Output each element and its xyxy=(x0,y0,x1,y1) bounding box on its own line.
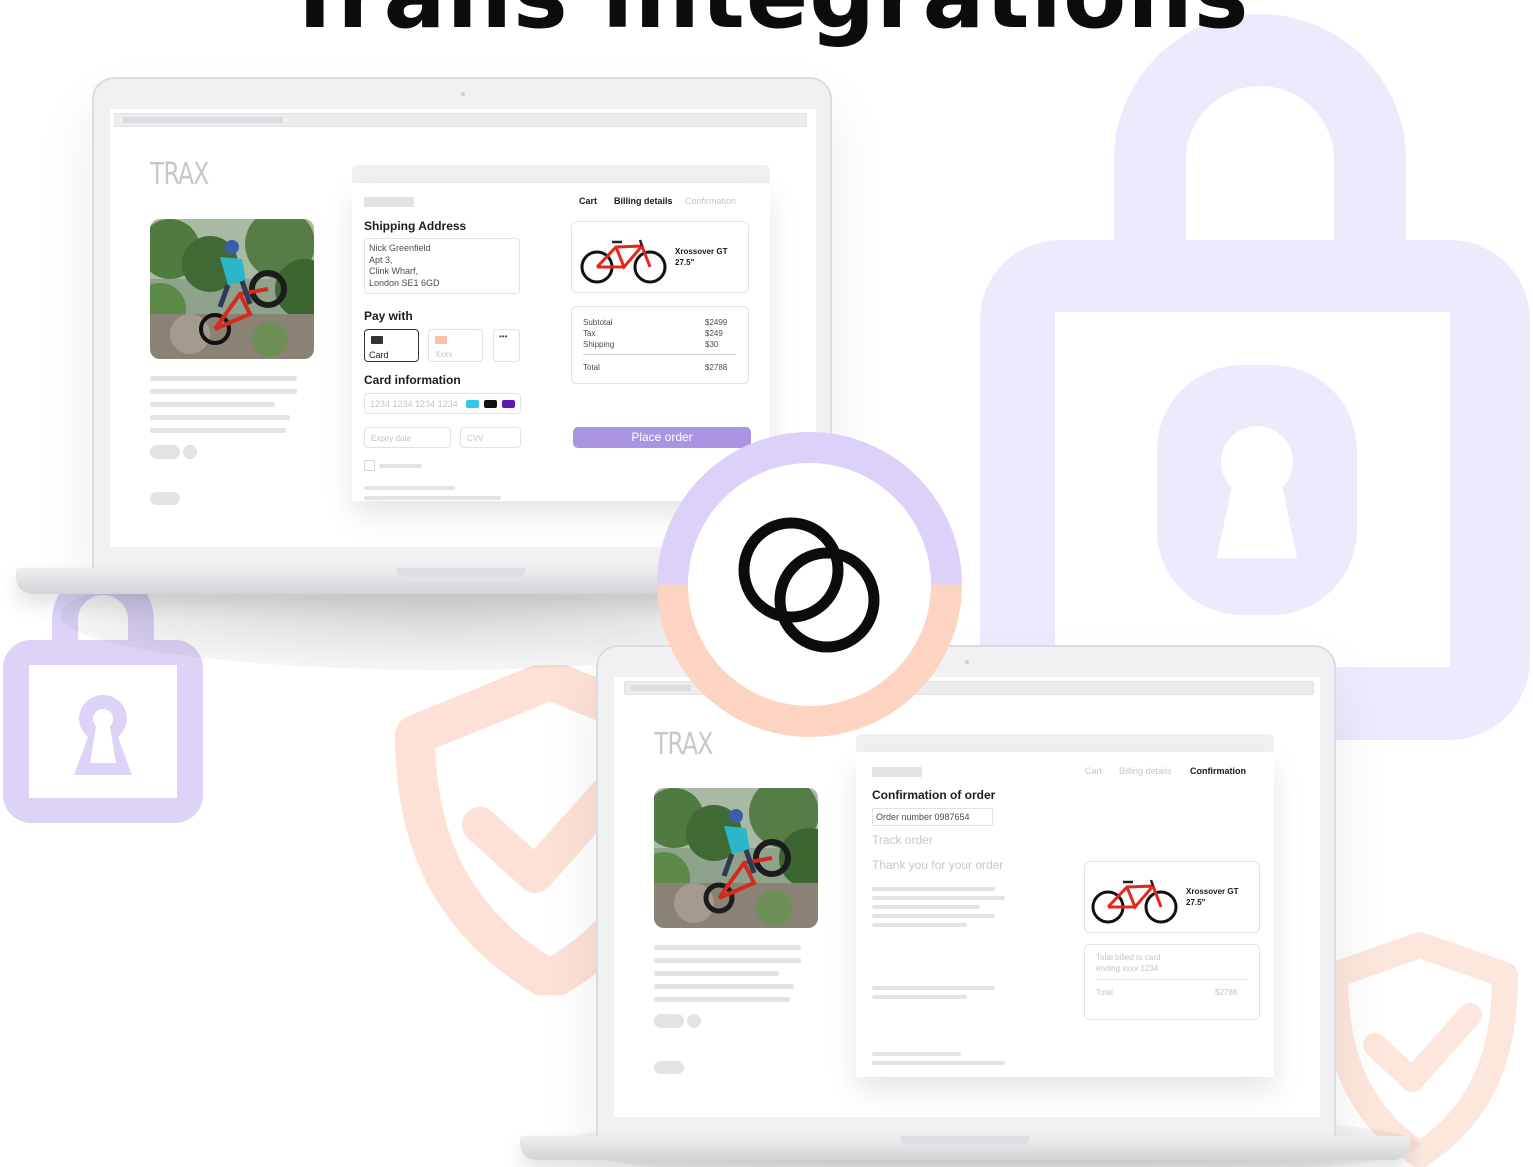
shipping-address-field[interactable]: Nick Greenfield Apt 3, Clink Wharf, Lond… xyxy=(364,238,520,294)
card-number-input[interactable]: 1234 1234 1234 1234 xyxy=(364,393,521,414)
pay-option-card[interactable]: Card xyxy=(364,329,419,362)
card-brand-black xyxy=(484,400,497,408)
step-billing-details[interactable]: Billing details xyxy=(614,196,673,206)
card-brand-purple xyxy=(502,400,515,408)
brand-logo: TRAX xyxy=(654,727,713,762)
pay-option-more[interactable]: ••• xyxy=(493,329,520,362)
hero-title: Trans integrations xyxy=(0,0,1533,49)
brand-logo: TRAX xyxy=(150,157,209,192)
ordered-product-card[interactable]: Xrossover GT 27.5" xyxy=(1084,861,1260,933)
pay-option-alt[interactable]: Xxxx xyxy=(428,329,483,362)
url-bar[interactable] xyxy=(114,113,807,127)
order-number-field: Order number 0987654 xyxy=(872,808,993,826)
confirmation-laptop: TRAX Cart Billing details Confirmation C… xyxy=(596,645,1336,1140)
step-billing-details[interactable]: Billing details xyxy=(1119,766,1172,776)
step-cart[interactable]: Cart xyxy=(579,196,597,206)
billing-summary: Total billed to card ending xxxx 1234 To… xyxy=(1084,944,1260,1020)
large-lock-icon xyxy=(980,14,1530,740)
save-card-checkbox[interactable] xyxy=(364,460,375,471)
card-information-title: Card information xyxy=(364,373,461,387)
more-options-icon: ••• xyxy=(499,332,508,341)
order-summary: Subtotal $2499 Tax $249 Shipping $30 Tot… xyxy=(571,306,749,384)
step-confirmation[interactable]: Confirmation xyxy=(685,196,736,206)
thank-you-text: Thank you for your order xyxy=(872,858,1004,872)
product-photo xyxy=(150,219,314,359)
cvv-input[interactable]: CVV xyxy=(460,427,521,448)
checkout-panel: Cart Billing details Confirmation Shippi… xyxy=(352,183,770,501)
pay-with-title: Pay with xyxy=(364,309,413,323)
card-icon xyxy=(371,336,383,344)
cart-product-card[interactable]: Xrossover GT 27.5" xyxy=(571,221,749,293)
shipping-address-title: Shipping Address xyxy=(364,219,467,233)
alt-payment-icon xyxy=(435,336,447,344)
expiry-date-input[interactable]: Expiry date xyxy=(364,427,451,448)
step-cart[interactable]: Cart xyxy=(1085,766,1102,776)
bike-image xyxy=(580,239,667,284)
step-confirmation[interactable]: Confirmation xyxy=(1190,766,1246,776)
confirmation-screen: TRAX Cart Billing details Confirmation C… xyxy=(614,677,1320,1117)
confirmation-title: Confirmation of order xyxy=(872,788,996,802)
track-order-link[interactable]: Track order xyxy=(872,833,933,847)
product-photo xyxy=(654,788,818,928)
linked-rings-icon xyxy=(738,517,880,653)
place-order-button[interactable]: Place order xyxy=(573,427,751,448)
card-brand-cyan xyxy=(466,400,479,408)
confirmation-panel: Cart Billing details Confirmation Confir… xyxy=(856,752,1274,1077)
bike-image xyxy=(1091,879,1178,924)
